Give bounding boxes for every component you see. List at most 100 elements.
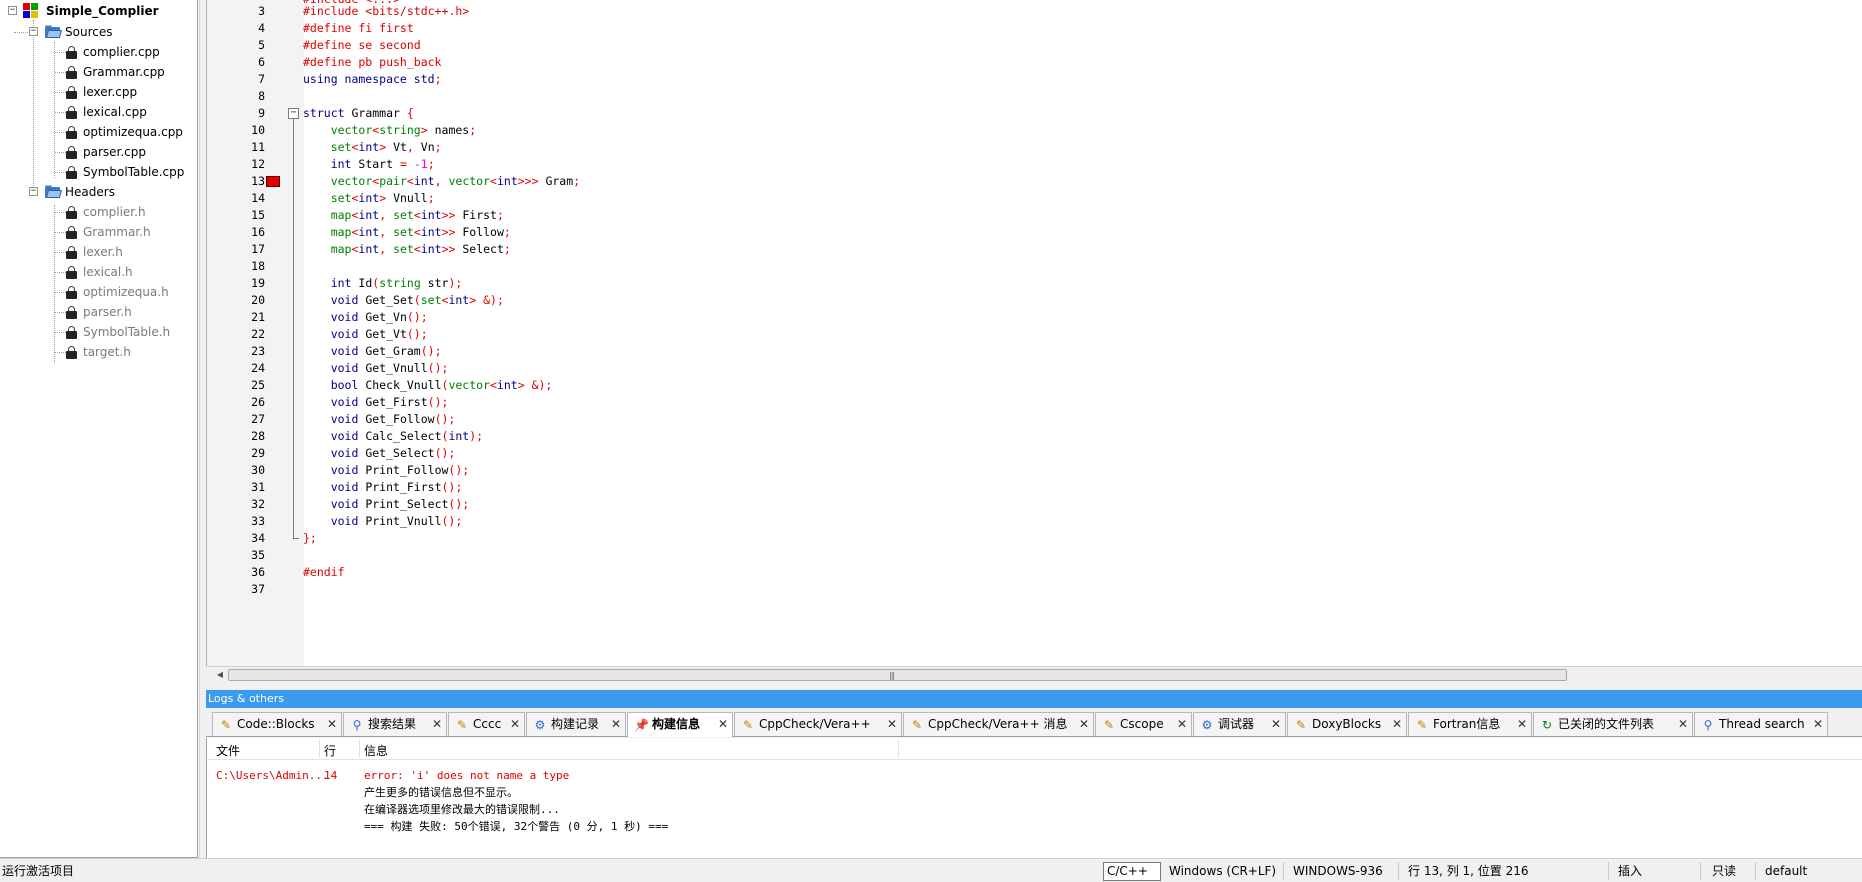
file-item[interactable]: lexical.cpp <box>83 102 147 122</box>
log-cell-message[interactable]: error: 'i' does not name a type <box>364 767 569 784</box>
code-line: map<int, set<int>> Select; <box>330 242 511 256</box>
status-divider <box>1755 862 1756 880</box>
log-tab[interactable]: ✎ Code::Blocks ✕ <box>212 712 342 736</box>
collapse-headers-icon[interactable]: − <box>29 187 38 196</box>
code-line: void Get_Vnull(); <box>330 361 449 375</box>
column-header-message[interactable]: 信息 <box>364 742 388 759</box>
file-item[interactable]: Grammar.h <box>83 222 151 242</box>
log-tab[interactable]: ⚙ 构建记录 ✕ <box>526 712 626 736</box>
log-tab[interactable]: ⚲ Thread search ✕ <box>1694 712 1828 736</box>
tree-line <box>55 172 66 173</box>
scroll-left-icon[interactable]: ◀ <box>214 669 226 681</box>
build-messages-list[interactable]: 文件 行 信息 C:\Users\Admin... 14 error: 'i' do… <box>206 738 1862 858</box>
log-cell-file[interactable]: C:\Users\Admin... <box>216 767 329 784</box>
file-item[interactable]: lexer.h <box>83 242 123 262</box>
file-item[interactable]: complier.cpp <box>83 42 160 62</box>
log-tab[interactable]: ↻ 已关闭的文件列表 ✕ <box>1533 712 1693 736</box>
log-tab[interactable]: 📌 构建信息 ✕ <box>627 712 733 737</box>
code-line: void Get_First(); <box>330 395 449 409</box>
file-item[interactable]: SymbolTable.cpp <box>83 162 184 182</box>
code-line: struct Grammar { <box>303 106 414 120</box>
tree-line <box>55 232 66 233</box>
log-cell-message[interactable]: 产生更多的错误信息但不显示。 <box>364 784 518 801</box>
fold-line <box>293 119 294 538</box>
code-editor[interactable]: #include <...> 3456789101112131415161718… <box>206 0 1862 666</box>
status-readonly: 只读 <box>1712 864 1737 878</box>
file-item[interactable]: optimizequa.h <box>83 282 169 302</box>
breakpoint-marker-icon[interactable] <box>266 176 280 187</box>
close-icon[interactable]: ✕ <box>887 713 897 735</box>
log-tab[interactable]: ⚙ 调试器 ✕ <box>1193 712 1286 736</box>
line-number: 24 <box>251 361 265 375</box>
code-line: #define fi first <box>303 21 414 35</box>
collapse-sources-icon[interactable]: − <box>29 27 38 36</box>
log-cell-message[interactable]: 在编译器选项里修改最大的错误限制... <box>364 801 560 818</box>
file-item[interactable]: parser.cpp <box>83 142 146 162</box>
file-lock-icon <box>66 106 77 119</box>
sources-folder[interactable]: Sources <box>65 22 112 42</box>
line-number: 34 <box>251 531 265 545</box>
code-line: #define se second <box>303 38 421 52</box>
close-icon[interactable]: ✕ <box>1177 713 1187 735</box>
file-item[interactable]: SymbolTable.h <box>83 322 170 342</box>
code-line: void Get_Follow(); <box>330 412 456 426</box>
column-header-file[interactable]: 文件 <box>216 742 240 759</box>
line-number: 35 <box>251 548 265 562</box>
log-tab-label: CppCheck/Vera++ <box>759 717 871 731</box>
tree-line <box>55 72 66 73</box>
close-icon[interactable]: ✕ <box>1392 713 1402 735</box>
close-icon[interactable]: ✕ <box>718 713 728 735</box>
project-item[interactable]: Simple_Complier <box>46 1 159 21</box>
fold-toggle-icon[interactable]: − <box>288 108 299 119</box>
project-icon <box>23 3 39 19</box>
tree-line <box>55 212 66 213</box>
code-line: set<int> Vnull; <box>330 191 435 205</box>
log-tab-label: 构建记录 <box>551 717 600 731</box>
column-divider[interactable] <box>898 740 899 758</box>
file-item[interactable]: lexer.cpp <box>83 82 137 102</box>
file-item[interactable]: complier.h <box>83 202 146 222</box>
file-lock-icon <box>66 66 77 79</box>
log-tab[interactable]: ⚲ 搜索结果 ✕ <box>343 712 447 736</box>
line-number: 11 <box>251 140 265 154</box>
log-cell-line[interactable]: 14 <box>324 767 337 784</box>
column-divider[interactable] <box>359 740 360 758</box>
file-lock-icon <box>66 246 77 259</box>
log-cell-message[interactable]: === 构建 失败: 50个错误, 32个警告 (0 分, 1 秒) === <box>364 818 668 835</box>
close-icon[interactable]: ✕ <box>1079 713 1089 735</box>
scrollbar-thumb[interactable]: ||| <box>228 669 1567 681</box>
close-icon[interactable]: ✕ <box>1517 713 1527 735</box>
headers-folder[interactable]: Headers <box>65 182 115 202</box>
file-item[interactable]: target.h <box>83 342 131 362</box>
column-header-line[interactable]: 行 <box>324 742 336 759</box>
log-tab[interactable]: ✎ CppCheck/Vera++ 消息 ✕ <box>903 712 1094 736</box>
log-tab[interactable]: ✎ DoxyBlocks ✕ <box>1287 712 1407 736</box>
log-tab[interactable]: ✎ Cscope ✕ <box>1095 712 1192 736</box>
language-selector[interactable]: C/C++ <box>1103 862 1161 881</box>
log-list-header: 文件 行 信息 <box>207 738 1862 760</box>
close-icon[interactable]: ✕ <box>432 713 442 735</box>
file-item[interactable]: Grammar.cpp <box>83 62 165 82</box>
close-icon[interactable]: ✕ <box>611 713 621 735</box>
file-item[interactable]: parser.h <box>83 302 132 322</box>
close-icon[interactable]: ✕ <box>327 713 337 735</box>
log-tab[interactable]: ✎ Cccc ✕ <box>448 712 525 736</box>
collapse-project-icon[interactable]: − <box>8 6 17 15</box>
close-icon[interactable]: ✕ <box>1678 713 1688 735</box>
line-number: 20 <box>251 293 265 307</box>
close-icon[interactable]: ✕ <box>510 713 520 735</box>
editor-hscrollbar[interactable]: ◀ ||| <box>206 666 1862 682</box>
close-icon[interactable]: ✕ <box>1813 713 1823 735</box>
line-number: 26 <box>251 395 265 409</box>
code-line: vector<pair<int, vector<int>>> Gram; <box>330 174 581 188</box>
project-tree[interactable]: − Simple_Complier − Sources complier.cpp… <box>0 0 198 858</box>
tree-splitter[interactable] <box>199 0 206 858</box>
file-item[interactable]: optimizequa.cpp <box>83 122 183 142</box>
file-item[interactable]: lexical.h <box>83 262 133 282</box>
log-tab[interactable]: ✎ CppCheck/Vera++ ✕ <box>734 712 902 736</box>
close-icon[interactable]: ✕ <box>1271 713 1281 735</box>
column-divider[interactable] <box>319 740 320 758</box>
log-tab[interactable]: ✎ Fortran信息 ✕ <box>1408 712 1532 736</box>
line-number: 16 <box>251 225 265 239</box>
status-eol: Windows (CR+LF) <box>1169 864 1277 878</box>
